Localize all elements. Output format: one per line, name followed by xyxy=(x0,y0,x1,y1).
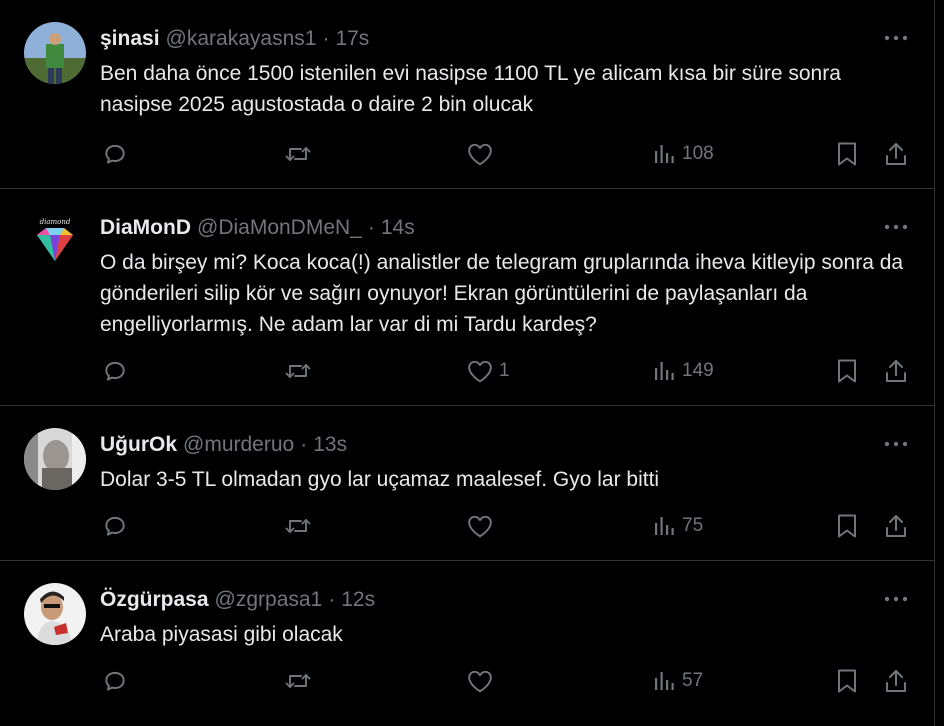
heart-icon xyxy=(467,359,493,383)
share-button[interactable] xyxy=(884,506,908,546)
retweet-icon xyxy=(284,668,312,694)
action-bar: 75 xyxy=(0,506,934,546)
tweet-header: UğurOk @murderuo · 13s xyxy=(100,431,347,459)
views-count: 75 xyxy=(682,515,704,536)
user-handle[interactable]: @DiaMonDMeN_ xyxy=(197,216,362,240)
share-icon xyxy=(884,141,908,167)
views-button[interactable]: 75 xyxy=(652,506,703,546)
tweet[interactable]: UğurOk @murderuo · 13s Dolar 3-5 TL olma… xyxy=(0,406,934,561)
reply-button[interactable] xyxy=(102,351,128,391)
share-button[interactable] xyxy=(884,661,908,701)
tweet-header: Özgürpasa @zgrpasa1 · 12s xyxy=(100,586,375,614)
reply-button[interactable] xyxy=(102,506,128,546)
views-button[interactable]: 57 xyxy=(652,661,703,701)
display-name[interactable]: şinasi xyxy=(100,27,160,51)
user-handle[interactable]: @zgrpasa1 xyxy=(215,588,323,612)
share-button[interactable] xyxy=(884,134,908,174)
avatar[interactable] xyxy=(24,583,86,645)
tweet-header: DiaMonD @DiaMonDMeN_ · 14s xyxy=(100,214,415,242)
reply-icon xyxy=(102,668,128,694)
tweet[interactable]: Özgürpasa @zgrpasa1 · 12s Araba piyasasi… xyxy=(0,561,934,726)
bookmark-button[interactable] xyxy=(835,351,859,391)
retweet-icon xyxy=(284,358,312,384)
share-icon xyxy=(884,513,908,539)
more-icon[interactable] xyxy=(883,28,909,48)
tweet[interactable]: şinasi @karakayasns1 · 17s Ben daha önce… xyxy=(0,0,934,189)
timestamp[interactable]: 14s xyxy=(381,216,415,240)
separator-dot: · xyxy=(300,433,308,456)
reply-icon xyxy=(102,513,128,539)
like-button[interactable] xyxy=(467,134,499,174)
display-name[interactable]: UğurOk xyxy=(100,433,177,457)
avatar[interactable] xyxy=(24,428,86,490)
views-icon xyxy=(652,514,676,538)
views-button[interactable]: 108 xyxy=(652,134,714,174)
tweet[interactable]: diamond DiaMonD @DiaMonDMeN_ · 14s O da … xyxy=(0,189,934,406)
reply-button[interactable] xyxy=(102,661,128,701)
views-count: 57 xyxy=(682,670,704,691)
separator-dot: · xyxy=(328,588,336,611)
user-handle[interactable]: @karakayasns1 xyxy=(166,27,317,51)
bookmark-icon xyxy=(835,513,859,539)
reply-icon xyxy=(102,358,128,384)
bookmark-button[interactable] xyxy=(835,134,859,174)
timestamp[interactable]: 12s xyxy=(341,588,375,612)
share-button[interactable] xyxy=(884,351,908,391)
heart-icon xyxy=(467,514,493,538)
like-count: 1 xyxy=(499,360,510,381)
bookmark-icon xyxy=(835,141,859,167)
tweet-text: O da birşey mi? Koca koca(!) analistler … xyxy=(100,251,904,336)
bookmark-icon xyxy=(835,668,859,694)
tweet-text: Ben daha önce 1500 istenilen evi nasipse… xyxy=(100,62,841,116)
retweet-button[interactable] xyxy=(284,506,312,546)
avatar[interactable]: diamond xyxy=(24,211,86,273)
bookmark-button[interactable] xyxy=(835,661,859,701)
retweet-button[interactable] xyxy=(284,351,312,391)
like-button[interactable] xyxy=(467,506,499,546)
heart-icon xyxy=(467,142,493,166)
share-icon xyxy=(884,668,908,694)
action-bar: 57 xyxy=(0,661,934,701)
heart-icon xyxy=(467,669,493,693)
retweet-button[interactable] xyxy=(284,661,312,701)
views-button[interactable]: 149 xyxy=(652,351,714,391)
like-button[interactable] xyxy=(467,661,499,701)
display-name[interactable]: Özgürpasa xyxy=(100,588,209,612)
bookmark-icon xyxy=(835,358,859,384)
more-icon[interactable] xyxy=(883,217,909,237)
views-icon xyxy=(652,142,676,166)
tweet-text: Araba piyasasi gibi olacak xyxy=(100,623,343,646)
avatar[interactable] xyxy=(24,22,86,84)
bookmark-button[interactable] xyxy=(835,506,859,546)
views-icon xyxy=(652,359,676,383)
tweet-feed: şinasi @karakayasns1 · 17s Ben daha önce… xyxy=(0,0,935,726)
reply-button[interactable] xyxy=(102,134,128,174)
separator-dot: · xyxy=(322,27,330,50)
action-bar: 1 149 xyxy=(0,351,934,391)
more-icon[interactable] xyxy=(883,434,909,454)
timestamp[interactable]: 17s xyxy=(335,27,369,51)
user-handle[interactable]: @murderuo xyxy=(183,433,294,457)
like-button[interactable]: 1 xyxy=(467,351,510,391)
views-icon xyxy=(652,669,676,693)
tweet-text: Dolar 3-5 TL olmadan gyo lar uçamaz maal… xyxy=(100,468,660,491)
separator-dot: · xyxy=(367,216,375,239)
share-icon xyxy=(884,358,908,384)
retweet-button[interactable] xyxy=(284,134,312,174)
reply-icon xyxy=(102,141,128,167)
views-count: 108 xyxy=(682,143,714,164)
display-name[interactable]: DiaMonD xyxy=(100,216,191,240)
more-icon[interactable] xyxy=(883,589,909,609)
retweet-icon xyxy=(284,141,312,167)
timestamp[interactable]: 13s xyxy=(313,433,347,457)
action-bar: 108 xyxy=(0,134,934,174)
retweet-icon xyxy=(284,513,312,539)
tweet-header: şinasi @karakayasns1 · 17s xyxy=(100,25,369,53)
avatar-caption: diamond xyxy=(40,218,71,226)
views-count: 149 xyxy=(682,360,714,381)
